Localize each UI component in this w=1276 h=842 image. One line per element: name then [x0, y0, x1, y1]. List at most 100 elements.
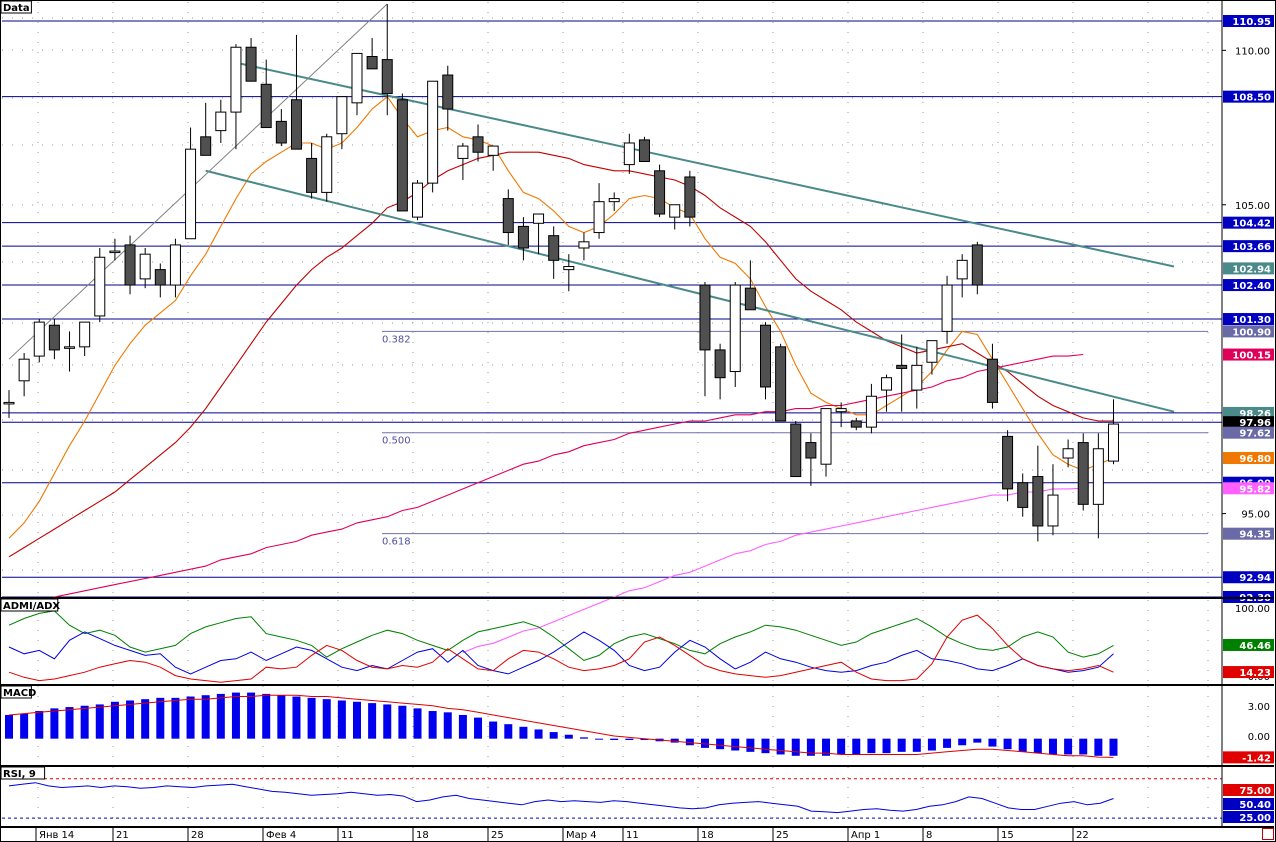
candle-body: [64, 346, 76, 349]
candle[interactable]: [926, 340, 938, 375]
candle[interactable]: [881, 374, 893, 412]
candle[interactable]: [1047, 464, 1059, 536]
candle[interactable]: [79, 321, 91, 357]
price-badge-label: 104.42: [1232, 219, 1271, 230]
candle[interactable]: [1077, 433, 1089, 511]
candle[interactable]: [608, 192, 620, 211]
date-tick-label: Янв 14: [39, 830, 74, 841]
candle[interactable]: [1017, 473, 1029, 517]
candle[interactable]: [956, 254, 968, 298]
candle[interactable]: [548, 226, 560, 279]
candle-body: [986, 358, 998, 403]
candle[interactable]: [169, 238, 181, 298]
candle[interactable]: [911, 346, 923, 409]
candle[interactable]: [487, 145, 499, 171]
candle[interactable]: [1062, 439, 1074, 468]
candle[interactable]: [578, 232, 590, 261]
candle[interactable]: [533, 213, 545, 255]
candle-body: [926, 340, 938, 363]
candle[interactable]: [1032, 445, 1044, 542]
candle[interactable]: [215, 99, 227, 143]
candle[interactable]: [1107, 399, 1119, 465]
trading-chart[interactable]: 0.382 0.500 0.618 110.00 105.00 95.00 100.00 0…: [0, 0, 1276, 842]
trend-line[interactable]: [235, 61, 1175, 268]
candle[interactable]: [412, 180, 424, 221]
candle[interactable]: [517, 217, 529, 261]
candle[interactable]: [124, 235, 136, 295]
candle[interactable]: [865, 383, 877, 434]
candle[interactable]: [699, 281, 711, 397]
candle[interactable]: [442, 65, 454, 131]
candle[interactable]: [48, 319, 60, 360]
candle-body: [154, 269, 166, 286]
candles[interactable]: [3, 4, 1119, 542]
candle[interactable]: [1092, 433, 1104, 539]
date-tick-label: 21: [116, 830, 129, 841]
close-corner-icon[interactable]: [1262, 828, 1274, 840]
candle-body: [94, 256, 106, 317]
candle[interactable]: [669, 204, 681, 230]
candle[interactable]: [623, 133, 635, 174]
price-tick-label: 95.00: [1241, 510, 1270, 521]
price-tick-label: 105.00: [1235, 201, 1270, 212]
price-badge-label: 100.90: [1232, 327, 1271, 338]
macd-histogram-bar: [383, 704, 392, 739]
candle[interactable]: [18, 353, 30, 397]
macd-histogram-bar: [1033, 738, 1042, 754]
candle[interactable]: [896, 334, 908, 412]
candle[interactable]: [502, 189, 514, 245]
candle[interactable]: [760, 322, 771, 400]
candle[interactable]: [820, 408, 832, 477]
candle[interactable]: [472, 124, 484, 162]
candle[interactable]: [941, 275, 953, 344]
candle[interactable]: [33, 319, 45, 363]
candle-body: [366, 56, 378, 70]
price-badge-label: 108.50: [1232, 93, 1271, 104]
candle[interactable]: [200, 102, 212, 156]
macd-histogram-bar: [247, 692, 256, 739]
macd-histogram-bar: [1079, 738, 1088, 755]
candle[interactable]: [94, 247, 106, 323]
price-badge-label: 110.95: [1232, 17, 1271, 28]
macd-histogram-bar: [50, 708, 59, 739]
price-badge: 104.42: [1223, 216, 1274, 230]
candle[interactable]: [306, 142, 318, 199]
candle-body: [1062, 448, 1074, 459]
candle[interactable]: [185, 127, 197, 240]
candle[interactable]: [775, 343, 787, 422]
candle-body: [139, 253, 151, 280]
candle[interactable]: [230, 44, 242, 150]
candle[interactable]: [457, 142, 469, 181]
candle[interactable]: [714, 343, 726, 400]
macd-histogram-bar: [489, 721, 498, 739]
date-tick-label: 25: [491, 830, 504, 841]
candle[interactable]: [1002, 430, 1014, 502]
candle[interactable]: [321, 133, 333, 202]
candle[interactable]: [684, 170, 696, 227]
macd-histogram-bar: [292, 696, 301, 739]
candle[interactable]: [729, 281, 741, 387]
candle[interactable]: [971, 241, 983, 295]
candle[interactable]: [366, 37, 378, 70]
candle[interactable]: [835, 402, 847, 428]
trend-lines[interactable]: [8, 3, 1175, 413]
candle[interactable]: [593, 183, 605, 239]
candle[interactable]: [427, 80, 439, 193]
candle[interactable]: [790, 420, 802, 478]
candle[interactable]: [638, 136, 650, 163]
candle[interactable]: [64, 331, 76, 372]
candle[interactable]: [245, 37, 257, 82]
candle[interactable]: [351, 52, 363, 116]
candle-body: [971, 244, 983, 286]
candle[interactable]: [154, 263, 166, 298]
candle[interactable]: [3, 390, 15, 418]
candle-body: [1077, 442, 1089, 505]
candle[interactable]: [139, 247, 151, 289]
candle[interactable]: [396, 93, 408, 212]
candle[interactable]: [654, 164, 666, 218]
fib-level-label: 0.500: [382, 436, 411, 447]
candle[interactable]: [275, 109, 287, 147]
candle-body: [850, 420, 862, 428]
candle[interactable]: [805, 433, 817, 486]
candle[interactable]: [336, 96, 348, 150]
